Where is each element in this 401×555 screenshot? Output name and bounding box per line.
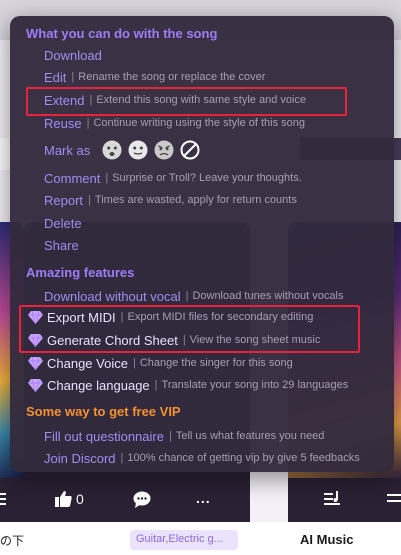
edit-description: Rename the song or replace the cover — [78, 71, 266, 83]
diamond-icon — [28, 378, 43, 392]
reuse-description: Continue writing using the style of this… — [93, 117, 305, 129]
highlight-export-and-chord — [19, 305, 360, 353]
join-discord-label: Join Discord — [44, 450, 116, 466]
thumbs-up-icon — [55, 491, 72, 507]
neutral-face-icon[interactable] — [128, 140, 148, 160]
menu-item-reuse[interactable]: Reuse | Continue writing using the style… — [44, 114, 305, 132]
separator: | — [154, 379, 158, 391]
edit-label: Edit — [44, 69, 67, 85]
share-label: Share — [44, 237, 79, 253]
menu-item-comment[interactable]: Comment | Surprise or Troll? Leave your … — [44, 169, 302, 187]
separator: | — [88, 194, 91, 206]
menu-item-edit[interactable]: Edit | Rename the song or replace the co… — [44, 68, 265, 86]
more-icon-right[interactable] — [387, 491, 401, 505]
menu-item-join-discord[interactable]: Join Discord | 100% chance of getting vi… — [44, 449, 360, 467]
like-button[interactable]: 0 — [55, 491, 84, 507]
more-icon: ... — [196, 490, 211, 506]
like-count: 0 — [76, 491, 84, 507]
separator: | — [185, 290, 189, 302]
change-voice-description: Change the singer for this song — [139, 357, 293, 369]
change-language-label: Change language — [47, 377, 150, 393]
comment-label: Comment — [44, 170, 101, 186]
diamond-icon — [28, 356, 43, 370]
more-button[interactable]: ... — [196, 490, 211, 506]
section-song-actions: What you can do with the song — [26, 26, 218, 41]
join-discord-description: 100% chance of getting vip by give 5 fee… — [127, 452, 360, 464]
download-label: Download — [44, 47, 102, 63]
song-action-bar-right — [288, 478, 401, 522]
highlight-extend — [26, 87, 347, 116]
comment-description: Surprise or Troll? Leave your thoughts. — [112, 172, 302, 184]
separator: | — [86, 117, 90, 129]
section-amazing-features: Amazing features — [26, 265, 135, 280]
menu-item-download-without-vocal[interactable]: Download without vocal | Download tunes … — [44, 287, 343, 305]
genre-tag[interactable]: Guitar,Electric g... — [130, 530, 238, 550]
delete-label: Delete — [44, 215, 82, 231]
questionnaire-description: Tell us what features you need — [175, 430, 325, 442]
menu-item-change-language[interactable]: Change language | Translate your song in… — [28, 376, 348, 394]
separator: | — [168, 430, 172, 442]
song-action-bar — [0, 478, 250, 522]
comment-button[interactable] — [133, 491, 151, 508]
comment-icon — [133, 491, 151, 508]
music-list-icon[interactable] — [324, 491, 340, 507]
change-language-description: Translate your song into 29 languages — [161, 379, 349, 391]
surprised-face-icon[interactable] — [102, 140, 122, 160]
separator: | — [71, 71, 75, 83]
menu-item-mark-as: Mark as — [44, 139, 200, 161]
menu-item-change-voice[interactable]: Change Voice | Change the singer for thi… — [28, 354, 293, 372]
song-title-left[interactable]: の下 — [0, 532, 24, 549]
report-label: Report — [44, 192, 84, 208]
menu-item-report[interactable]: Report | Times are wasted, apply for ret… — [44, 191, 297, 209]
menu-item-share[interactable]: Share — [44, 236, 79, 254]
download-without-vocal-label: Download without vocal — [44, 288, 181, 304]
playlist-icon[interactable] — [0, 492, 8, 506]
reuse-label: Reuse — [44, 115, 82, 131]
separator: | — [132, 357, 136, 369]
clear-mark-icon[interactable] — [180, 140, 200, 160]
menu-item-questionnaire[interactable]: Fill out questionnaire | Tell us what fe… — [44, 427, 324, 445]
menu-item-delete[interactable]: Delete — [44, 214, 82, 232]
report-description: Times are wasted, apply for return count… — [94, 194, 297, 206]
song-actions-menu: What you can do with the song Download E… — [10, 16, 394, 472]
song-title-right[interactable]: AI Music — [300, 532, 353, 547]
separator: | — [105, 172, 109, 184]
menu-item-download[interactable]: Download — [44, 46, 102, 64]
questionnaire-label: Fill out questionnaire — [44, 428, 164, 444]
angry-face-icon[interactable] — [154, 140, 174, 160]
section-free-vip: Some way to get free VIP — [26, 404, 181, 419]
mark-as-label: Mark as — [44, 142, 91, 158]
download-without-vocal-description: Download tunes without vocals — [192, 290, 344, 302]
change-voice-label: Change Voice — [47, 355, 128, 371]
separator: | — [120, 452, 124, 464]
